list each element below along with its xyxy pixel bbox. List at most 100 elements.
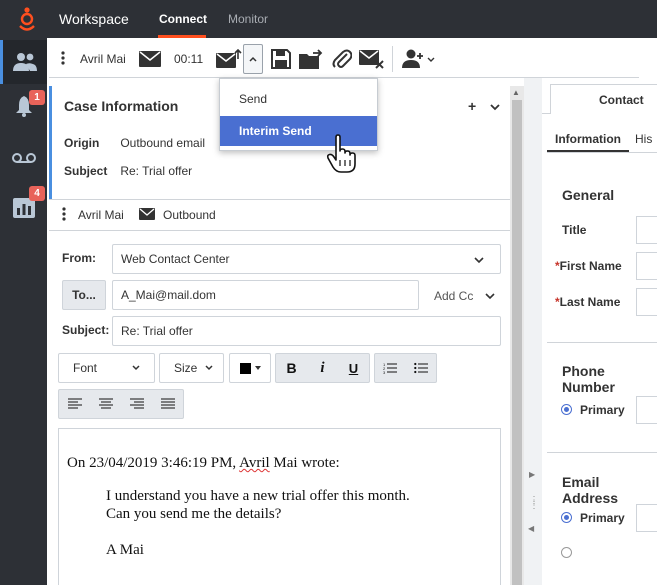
to-input[interactable]: A_Mai@mail.dom <box>112 280 419 310</box>
chevron-down-icon <box>205 365 213 371</box>
to-button[interactable]: To... <box>62 280 106 310</box>
rail-item-contacts[interactable] <box>0 40 47 84</box>
toolbar-divider <box>392 46 393 72</box>
add-cc-label: Add Cc <box>434 289 474 303</box>
first-name-input[interactable] <box>636 252 657 280</box>
email-delete-icon <box>359 50 384 69</box>
transfer-button[interactable] <box>298 46 324 72</box>
envelope-icon <box>139 208 155 220</box>
last-name-input[interactable] <box>636 288 657 316</box>
divider <box>547 152 657 153</box>
align-center-icon <box>98 398 113 409</box>
numbered-list-button[interactable]: 123 <box>375 354 406 382</box>
drag-handle-icon[interactable] <box>61 51 65 65</box>
add-icon[interactable]: + <box>468 98 476 114</box>
svg-text:3: 3 <box>383 370 386 374</box>
vertical-scrollbar[interactable]: ▲ <box>510 86 524 585</box>
save-button[interactable] <box>268 46 294 72</box>
paperclip-icon <box>332 49 352 68</box>
subject-value: Re: Trial offer <box>120 164 193 178</box>
bulleted-list-button[interactable] <box>406 354 437 382</box>
align-right-button[interactable] <box>121 390 152 418</box>
add-cc-button[interactable]: Add Cc <box>434 289 495 303</box>
rail-item-reports[interactable]: 4 <box>0 186 47 230</box>
font-select[interactable]: Font <box>58 353 155 383</box>
contacts-icon <box>13 53 37 71</box>
add-party-icon <box>402 49 435 68</box>
font-label: Font <box>73 361 98 375</box>
from-label: From: <box>62 251 96 265</box>
italic-button[interactable]: i <box>307 354 338 382</box>
align-center-button[interactable] <box>90 390 121 418</box>
send-email-icon <box>216 49 242 68</box>
panel-splitter[interactable]: ▶ ⋮ ⋮ ◀ <box>524 78 542 585</box>
phone-input[interactable] <box>636 396 657 424</box>
subject-input[interactable]: Re: Trial offer <box>112 316 501 346</box>
email-body-editor[interactable]: On 23/04/2019 3:46:19 PM, Avril Mai wrot… <box>58 428 501 585</box>
folder-transfer-icon <box>299 49 323 69</box>
consult-button[interactable] <box>398 46 438 72</box>
primary-email-label: Primary <box>580 511 625 525</box>
send-button[interactable] <box>216 46 242 72</box>
notification-badge: 1 <box>29 90 45 105</box>
send-options-toggle[interactable] <box>243 44 263 74</box>
expand-right-icon[interactable]: ▶ <box>529 470 535 479</box>
collapse-left-icon[interactable]: ◀ <box>528 524 534 533</box>
align-right-icon <box>129 398 144 409</box>
from-value: Web Contact Center <box>121 252 230 266</box>
bold-button[interactable]: B <box>276 354 307 382</box>
tab-history[interactable]: His <box>635 132 652 146</box>
quote-header: On 23/04/2019 3:46:19 PM, Avril Mai wrot… <box>67 455 340 471</box>
save-icon <box>271 49 291 69</box>
numbered-list-icon: 123 <box>383 362 398 374</box>
chevron-down-icon[interactable] <box>490 104 500 111</box>
general-section-title: General <box>562 187 615 203</box>
quote-line: I understand you have a new trial offer … <box>106 488 410 504</box>
tab-information[interactable]: Information <box>555 132 621 146</box>
size-select[interactable]: Size <box>159 353 224 383</box>
hand-pointer-icon <box>326 134 356 173</box>
splitter-handle-icon[interactable]: ⋮ ⋮ <box>529 496 539 511</box>
to-value: A_Mai@mail.dom <box>121 288 216 302</box>
scrollbar-thumb[interactable] <box>512 100 522 585</box>
text-style-group: B i U <box>275 353 370 383</box>
email-input[interactable] <box>636 504 657 532</box>
from-select[interactable]: Web Contact Center <box>112 244 501 274</box>
divider <box>49 230 510 231</box>
underline-button[interactable]: U <box>338 354 369 382</box>
tab-monitor[interactable]: Monitor <box>228 12 268 26</box>
subject-field-value: Re: Trial offer <box>121 324 193 338</box>
align-justify-icon <box>160 398 175 409</box>
rail-item-notifications[interactable]: 1 <box>0 84 47 128</box>
chevron-down-icon <box>474 257 484 264</box>
contact-tab-bar: Contact <box>542 84 657 114</box>
rail-item-voicemail[interactable] <box>0 136 47 180</box>
align-justify-button[interactable] <box>152 390 183 418</box>
caret-down-icon <box>254 366 261 370</box>
list-group: 123 <box>374 353 437 383</box>
quote-signature: A Mai <box>106 542 144 558</box>
align-left-button[interactable] <box>59 390 90 418</box>
mark-done-button[interactable] <box>359 46 385 72</box>
interaction-row: Avril Mai Outbound <box>49 200 510 230</box>
chevron-down-icon <box>132 365 140 371</box>
title-input[interactable] <box>636 216 657 244</box>
attach-button[interactable] <box>329 46 355 72</box>
email-type-indicator <box>137 46 163 72</box>
scroll-up-icon[interactable]: ▲ <box>512 88 520 97</box>
secondary-email-radio[interactable] <box>561 547 572 558</box>
primary-phone-radio[interactable] <box>561 404 572 415</box>
menu-item-send[interactable]: Send <box>220 84 377 114</box>
tab-connect[interactable]: Connect <box>159 12 207 26</box>
quote-line: Can you send me the details? <box>106 506 282 522</box>
reports-icon <box>12 198 35 218</box>
first-name-label: *First Name <box>555 259 622 273</box>
case-subject-row: Subject Re: Trial offer <box>64 164 192 178</box>
chevron-down-icon <box>485 293 495 300</box>
last-name-label: *Last Name <box>555 295 621 309</box>
primary-email-radio[interactable] <box>561 512 572 523</box>
tab-contact[interactable]: Contact <box>550 84 657 114</box>
case-origin-row: Origin Outbound email <box>64 136 205 150</box>
drag-handle-icon[interactable] <box>62 207 66 221</box>
text-color-button[interactable] <box>229 353 271 383</box>
